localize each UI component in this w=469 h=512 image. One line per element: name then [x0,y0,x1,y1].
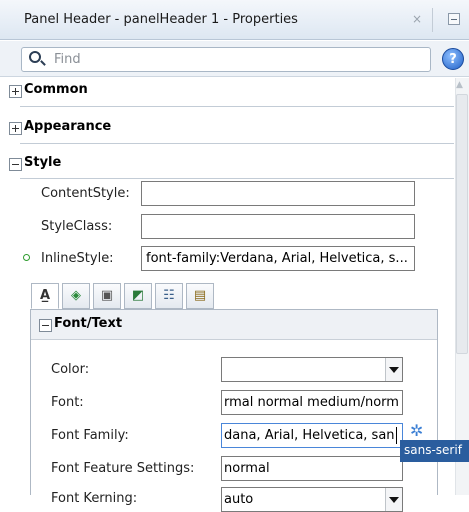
collapse-icon[interactable] [39,319,52,332]
expand-icon[interactable] [9,85,22,98]
font-text-tab-icon: A̲ [39,288,51,303]
font-label: Font: [51,395,84,410]
color-label: Color: [51,362,90,377]
content-style-field[interactable] [141,181,415,206]
title-divider [432,8,433,32]
font-kerning-label: Font Kerning: [51,491,138,506]
section-common[interactable]: Common [9,82,88,98]
expand-icon[interactable] [9,122,22,135]
text-cursor [396,427,397,444]
table-list-tab-icon: ☷ [163,288,175,303]
divider [20,178,454,179]
chevron-down-icon [389,497,399,503]
search-input[interactable] [21,47,431,72]
section-style[interactable]: Style [9,155,62,171]
tooltip: sans-serif [400,440,469,462]
value-set-indicator-icon [23,254,30,261]
layout-tab-icon: ◩ [131,288,145,303]
panel-title: Panel Header - panelHeader 1 - Propertie… [24,12,298,27]
color-dropdown[interactable] [221,357,403,382]
inline-style-label: InlineStyle: [41,251,114,266]
collapse-icon[interactable] [9,158,22,171]
chevron-down-icon [389,367,399,373]
tab-background[interactable]: ◈ [62,283,90,309]
dropdown-button[interactable] [385,358,402,381]
font-field[interactable]: rmal normal medium/normal [221,390,403,415]
scrollbar-thumb[interactable] [456,94,468,354]
divider [20,106,454,107]
section-appearance-label: Appearance [24,119,112,134]
style-class-field[interactable] [141,214,415,239]
tab-table-list[interactable]: ☷ [155,283,183,309]
dropdown-button[interactable] [385,488,402,511]
search-placeholder: Find [54,52,81,67]
font-kerning-dropdown[interactable]: auto [221,487,403,512]
scroll-up-arrow-icon[interactable]: ▲ [456,80,463,90]
font-family-field[interactable]: dana, Arial, Helvetica, sans [221,423,403,448]
section-appearance[interactable]: Appearance [9,119,112,135]
style-class-label: StyleClass: [41,219,113,234]
font-feature-settings-field[interactable]: normal [221,456,403,481]
inline-style-field[interactable]: font-family:Verdana, Arial, Helvetica, s… [141,246,415,271]
section-font-text-label: Font/Text [54,316,123,331]
minimize-icon[interactable] [448,13,460,25]
help-icon[interactable]: ? [442,48,464,70]
misc-tab-icon: ▤ [193,288,207,303]
tab-misc[interactable]: ▤ [186,283,214,309]
section-font-text[interactable]: Font/Text [39,316,123,332]
divider [20,143,454,144]
content-style-label: ContentStyle: [41,186,130,201]
close-icon[interactable]: × [412,12,422,26]
section-style-label: Style [24,155,62,170]
box-tab-icon: ▣ [100,288,114,303]
tab-layout[interactable]: ◩ [124,283,152,309]
font-feature-settings-label: Font Feature Settings: [51,461,195,476]
background-tab-icon: ◈ [71,288,81,303]
section-common-label: Common [24,82,88,97]
tab-font-text[interactable]: A̲ [31,283,59,309]
gear-icon[interactable]: ✲ [410,423,426,439]
font-family-label: Font Family: [51,428,129,443]
tab-box[interactable]: ▣ [93,283,121,309]
